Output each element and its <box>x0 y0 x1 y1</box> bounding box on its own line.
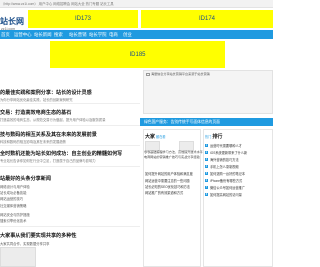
sidebar-rank-title-em: 热门 <box>205 135 212 139</box>
list-item[interactable]: 搜索引擎优化技术 <box>0 218 26 223</box>
list-thumbnail[interactable] <box>0 247 36 267</box>
rank-number: 8 <box>205 193 208 196</box>
nav-item-startup[interactable]: 创业 <box>123 30 132 39</box>
nav-item-home[interactable]: 首页 <box>1 30 10 39</box>
sidebar-hot-title-em: 都在看 <box>156 135 166 139</box>
article-desc: 为你分享网站优化最佳实践，站长的创新案例研究 <box>0 98 73 102</box>
nav-item-ecommerce[interactable]: 电商 <box>109 30 118 39</box>
rank-item[interactable]: 手机上怎么录制视频 <box>210 164 239 169</box>
ad-banner-id174[interactable]: ID174 <box>141 10 273 28</box>
section-title[interactable]: 站最好的头条分享新闻 <box>0 175 51 182</box>
top-bar-text: （http://www.zz1i.com） 用户中心 网络招聘会 网站大全 热门… <box>1 2 114 6</box>
rank-item[interactable]: 海外营销的技巧方法 <box>210 157 239 162</box>
section-title[interactable]: 大家事从我们要实现共享的多种性 <box>0 232 76 239</box>
article-title[interactable]: 交易：打造高效电商生态的基石 <box>0 109 71 116</box>
hot-bullet[interactable]: 站长必知的SEO优化技巧和方法 <box>145 184 190 189</box>
rank-item[interactable]: iOS系统更新带来了什么新 <box>210 150 247 155</box>
section-desc: 大家共同合作，实现数据分享共享 <box>0 242 50 246</box>
nav-item-academy[interactable]: 站长学院 <box>89 30 107 39</box>
rank-number: 6 <box>205 179 208 182</box>
divider <box>0 145 140 146</box>
ad-banner-id185[interactable]: ID185 <box>50 41 225 68</box>
ad-banner-id173[interactable]: ID173 <box>28 10 138 28</box>
main-nav: 首页 运营中心 站长新闻 搜索 站长营销 站长学院 电商 创业 <box>0 30 273 39</box>
article-desc: 专业站长告诉你如何在行业中立足，打造属于自己的品牌与影响力 <box>0 159 96 163</box>
hot-bullet[interactable]: 如何提升网站的用户体验和满意度 <box>145 171 193 176</box>
article-title[interactable]: 全时数机还能为站长如何成功：自主创业的精髓如何写 <box>0 150 122 157</box>
list-item[interactable]: 社交媒体营销策略 <box>0 203 26 208</box>
hot-bullet[interactable]: 网站运营中需要注意的一些问题 <box>145 178 190 183</box>
divider <box>0 226 140 227</box>
divider <box>0 103 140 104</box>
article-title[interactable]: 技与数码的相互关系及其在未来的发展前景 <box>0 131 97 138</box>
sidebar-rank-title: 热门排行 <box>205 134 223 140</box>
list-item[interactable]: 网络设计与用户体验 <box>0 184 30 189</box>
hot-item[interactable]: 零零基础编程学习方法，高效提升技术水平 <box>144 150 203 154</box>
top-bar: （http://www.zz1i.com） 用户中心 网络招聘会 网站大全 热门… <box>0 0 273 8</box>
featured-image[interactable] <box>143 70 273 114</box>
hot-item[interactable]: 电商网站的营销推广技巧与实战分享经验 <box>144 155 200 159</box>
article-desc: 打造高效的电商生态，从规范交易行为做起，提升用户体验以及服务质量 <box>0 118 106 122</box>
nav-item-marketing[interactable]: 站长营销 <box>69 30 87 39</box>
rank-number: 2 <box>205 151 208 154</box>
rank-item[interactable]: 运营时代需要哪种人才 <box>210 143 242 148</box>
image-icon <box>146 73 150 76</box>
rank-item[interactable]: iPhone备份有哪些方式 <box>210 178 242 183</box>
list-item[interactable]: 网站运营的技巧 <box>0 196 23 201</box>
site-logo[interactable]: 站长网 <box>0 17 24 26</box>
rank-number: 3 <box>205 158 208 161</box>
rank-number: 7 <box>205 186 208 189</box>
rank-number: 1 <box>205 144 208 147</box>
rank-item[interactable]: 如何提高网站的访问量 <box>210 192 242 197</box>
article-title[interactable]: 的最佳实践和案例分享：站长的设计灵感 <box>0 89 92 96</box>
list-item[interactable]: 网站安全与防护措施 <box>0 212 30 217</box>
sidebar-hot-title: 大家都在看 <box>145 134 166 140</box>
rank-item[interactable]: 微信公众号如何运营推广 <box>210 185 245 190</box>
nav-item-search[interactable]: 搜索 <box>54 30 63 39</box>
nav-item-operations[interactable]: 运营中心 <box>14 30 32 39</box>
list-item[interactable]: 站长成功必备技能 <box>0 190 26 195</box>
divider <box>0 125 140 126</box>
divider <box>0 166 140 167</box>
rank-number: 4 <box>205 165 208 168</box>
nav-item-news[interactable]: 站长新闻 <box>34 30 52 39</box>
hot-bullet[interactable]: 网站推广的有效渠道和方式 <box>145 190 183 195</box>
featured-caption[interactable]: 海量信息分享站长营销平台来源于站长营销 <box>151 72 210 76</box>
rank-item[interactable]: 如何选购一台好的笔记本 <box>210 171 245 176</box>
article-desc: 科技和数码的相互影响及其在未来的发展趋势 <box>0 140 66 144</box>
rank-number: 5 <box>205 172 208 175</box>
promo-banner[interactable]: 绿色国产服务：告别传统手写面体信息的页面 <box>140 118 273 126</box>
